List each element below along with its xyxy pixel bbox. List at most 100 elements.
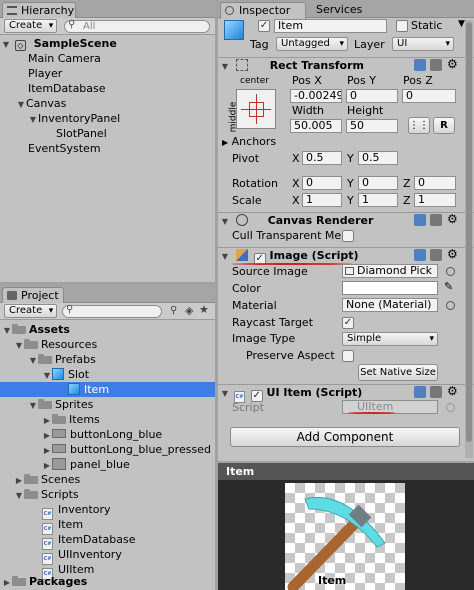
filter-label-icon[interactable]: ◈ <box>185 304 193 317</box>
pos-x-field[interactable]: -0.00249 <box>290 89 342 103</box>
hierarchy-item[interactable]: SlotPanel <box>56 126 215 141</box>
add-component-button[interactable]: Add Component <box>230 427 460 447</box>
color-swatch[interactable] <box>342 281 438 295</box>
hierarchy-search-input[interactable]: All <box>64 20 210 33</box>
project-folder-scenes[interactable]: ▶ Scenes <box>14 472 215 487</box>
hierarchy-item[interactable]: ItemDatabase <box>28 81 215 96</box>
set-native-size-button[interactable]: Set Native Size <box>358 364 438 381</box>
project-create-dropdown[interactable]: Create <box>4 304 58 318</box>
project-folder-scripts[interactable]: ▼ Scripts <box>14 487 215 502</box>
project-prefab-item-selected[interactable]: Item <box>0 382 215 397</box>
scale-y-field[interactable]: 1 <box>358 193 398 207</box>
project-sprite-button-long-blue[interactable]: ▶ buttonLong_blue <box>42 427 215 442</box>
object-picker-icon[interactable] <box>446 301 455 310</box>
project-tab[interactable]: Project <box>2 287 64 304</box>
image-type-dropdown[interactable]: Simple <box>342 332 438 346</box>
project-folder-items[interactable]: ▶ Items <box>42 412 215 427</box>
blueprint-mode-button[interactable]: ⋮⋮ <box>408 117 430 134</box>
scale-z-field[interactable]: 1 <box>414 193 456 207</box>
preset-icon[interactable] <box>430 59 442 71</box>
project-sprite-panel-blue[interactable]: ▶ panel_blue <box>42 457 215 472</box>
hierarchy-item[interactable]: Main Camera <box>28 51 215 66</box>
rotation-y-field[interactable]: 0 <box>358 176 398 190</box>
chevron-down-icon[interactable]: ▼ <box>458 19 465 29</box>
project-script-inventory[interactable]: C# Inventory <box>42 502 215 520</box>
project-script-item-database[interactable]: C# ItemDatabase <box>42 532 215 550</box>
project-search-input[interactable] <box>62 305 162 318</box>
collapse-triangle-icon[interactable]: ▶ <box>42 443 52 458</box>
preset-icon[interactable] <box>430 249 442 261</box>
rotation-x-field[interactable]: 0 <box>302 176 342 190</box>
expand-triangle-icon[interactable]: ▼ <box>28 353 38 368</box>
project-prefab-slot[interactable]: ▼ Slot <box>42 367 215 382</box>
object-picker-icon[interactable] <box>446 267 455 276</box>
collapse-triangle-icon[interactable]: ▶ <box>42 458 52 473</box>
active-checkbox[interactable]: ✓ <box>258 20 270 32</box>
collapse-triangle-icon[interactable]: ▶ <box>42 428 52 443</box>
material-field[interactable]: None (Material) <box>342 298 438 312</box>
project-sprite-button-long-blue-pressed[interactable]: ▶ buttonLong_blue_pressed <box>42 442 215 457</box>
pivot-y-field[interactable]: 0.5 <box>358 151 398 165</box>
expand-triangle-icon[interactable]: ▼ <box>14 338 24 353</box>
height-field[interactable]: 50 <box>346 119 398 133</box>
collapse-triangle-icon[interactable]: ▶ <box>42 413 52 428</box>
scale-x-field[interactable]: 1 <box>302 193 342 207</box>
expand-triangle-icon[interactable]: ▼ <box>220 386 230 402</box>
rotation-z-field[interactable]: 0 <box>414 176 456 190</box>
pos-y-field[interactable]: 0 <box>346 89 398 103</box>
inspector-tab[interactable]: Inspector <box>220 2 306 19</box>
static-checkbox[interactable] <box>396 20 408 32</box>
preset-icon[interactable] <box>430 214 442 226</box>
project-folder-prefabs[interactable]: ▼ Prefabs <box>28 352 215 367</box>
inspector-scrollbar[interactable] <box>465 20 473 458</box>
expand-triangle-icon[interactable]: ▼ <box>220 214 230 230</box>
object-name-field[interactable]: Item <box>274 19 387 33</box>
scene-row[interactable]: ▼ ◇ SampleScene <box>0 36 215 51</box>
hierarchy-item-inventory-panel[interactable]: ▼ InventoryPanel <box>28 111 215 126</box>
gear-icon[interactable]: ⚙ <box>447 247 458 261</box>
hierarchy-item[interactable]: Player <box>28 66 215 81</box>
raw-edit-button[interactable]: R <box>433 117 455 134</box>
filter-type-icon[interactable]: ⚲ <box>170 305 177 316</box>
project-folder-resources[interactable]: ▼ Resources <box>14 337 215 352</box>
expand-triangle-icon[interactable]: ▼ <box>220 249 230 265</box>
preserve-aspect-checkbox[interactable] <box>342 350 354 362</box>
project-script-ui-inventory[interactable]: C# UIInventory <box>42 547 215 565</box>
width-field[interactable]: 50.005 <box>290 119 342 133</box>
preset-icon[interactable] <box>430 386 442 398</box>
expand-triangle-icon[interactable]: ▼ <box>42 368 52 383</box>
expand-triangle-icon[interactable]: ▼ <box>220 59 230 75</box>
layer-dropdown[interactable]: UI <box>392 37 454 51</box>
pivot-x-field[interactable]: 0.5 <box>302 151 342 165</box>
project-folder-packages[interactable]: ▶ Packages <box>2 574 215 589</box>
gear-icon[interactable]: ⚙ <box>447 212 458 226</box>
help-icon[interactable] <box>414 214 426 226</box>
anchor-preset-button[interactable] <box>236 89 276 129</box>
hierarchy-tab[interactable]: Hierarchy <box>2 2 76 19</box>
eyedropper-icon[interactable]: ✎ <box>444 280 453 293</box>
help-icon[interactable] <box>414 59 426 71</box>
scrollbar-thumb[interactable] <box>466 22 472 442</box>
collapse-triangle-icon[interactable]: ▶ <box>2 575 12 590</box>
project-folder-sprites[interactable]: ▼ Sprites <box>28 397 215 412</box>
expand-triangle-icon[interactable]: ▼ <box>28 398 38 413</box>
services-tab[interactable]: Services <box>310 2 368 19</box>
expand-triangle-icon[interactable]: ▼ <box>14 488 24 503</box>
help-icon[interactable] <box>414 249 426 261</box>
expand-triangle-icon[interactable]: ▼ <box>2 323 12 338</box>
hierarchy-item[interactable]: EventSystem <box>28 141 215 156</box>
raycast-target-checkbox[interactable]: ✓ <box>342 317 354 329</box>
cull-transparent-checkbox[interactable] <box>342 230 354 242</box>
project-folder-assets[interactable]: ▼ Assets <box>2 322 215 337</box>
collapse-triangle-icon[interactable]: ▶ <box>14 473 24 488</box>
hierarchy-create-dropdown[interactable]: Create <box>4 19 58 33</box>
expand-triangle-icon[interactable]: ▼ <box>1 37 11 52</box>
favorite-icon[interactable]: ★ <box>199 303 209 316</box>
help-icon[interactable] <box>414 386 426 398</box>
tag-dropdown[interactable]: Untagged <box>276 37 348 51</box>
hierarchy-item-canvas[interactable]: ▼ Canvas <box>16 96 215 111</box>
expand-triangle-icon[interactable]: ▼ <box>28 112 38 127</box>
expand-triangle-icon[interactable]: ▼ <box>16 97 26 112</box>
source-image-field[interactable]: Diamond Pick <box>342 264 438 278</box>
project-script-item[interactable]: C# Item <box>42 517 215 535</box>
